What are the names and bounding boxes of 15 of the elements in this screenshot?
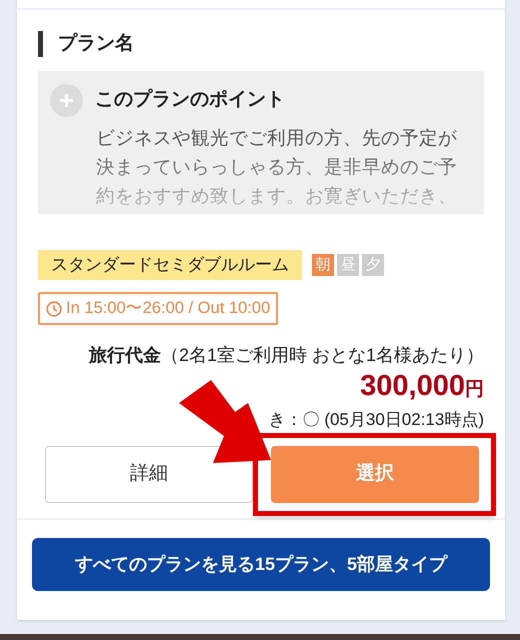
price-note: （2名1室ご利用時 おとな1名様あたり）	[160, 344, 484, 367]
plan-title: プラン名	[38, 31, 484, 57]
availability-text: き：〇 (05月30日02:13時点)	[268, 408, 484, 430]
price-label: 旅行代金	[88, 344, 161, 367]
room-type-tag: スタンダードセミダブルルーム	[38, 250, 302, 280]
meal-badge: 朝	[312, 254, 334, 276]
plus-icon[interactable]	[50, 84, 83, 117]
details-button[interactable]: 詳細	[45, 446, 253, 503]
point-heading: このプランのポイント	[95, 88, 285, 112]
point-description: ビジネスや観光でご利用の方、先の予定が決まっていらっしゃる方、是非早めのご予約をおすすめ致します。お寛ぎいただき、	[96, 126, 458, 208]
all-plans-button[interactable]: すべてのプランを見る15プラン、5部屋タイプ	[32, 538, 490, 591]
price: 300,000	[360, 369, 465, 403]
check-times: In 15:00〜26:00 / Out 10:00	[66, 298, 270, 320]
clock-icon	[46, 300, 62, 316]
currency: 円	[465, 378, 484, 402]
